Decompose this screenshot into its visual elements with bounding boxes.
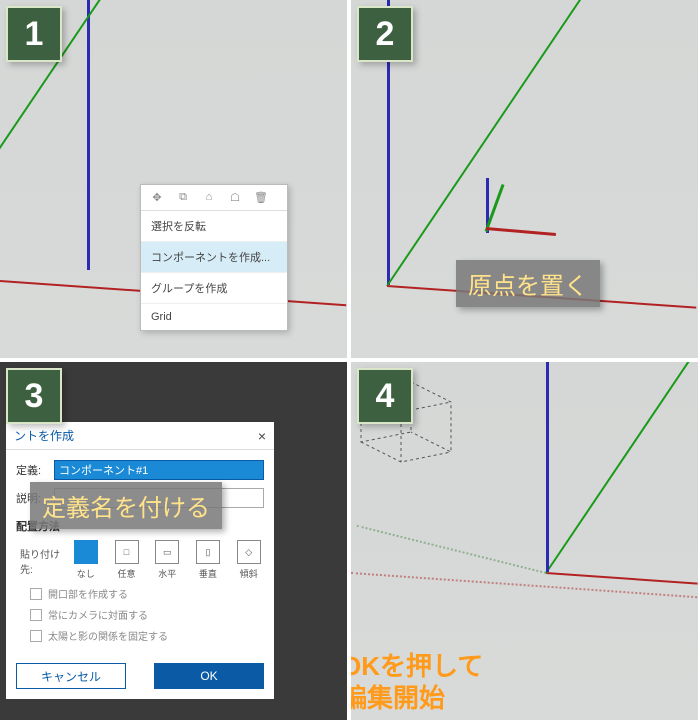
axis-blue	[87, 0, 90, 270]
checkbox-face-camera[interactable]: 常にカメラに対面する	[30, 607, 264, 622]
axis-green	[386, 0, 611, 287]
axis-green-dotted	[357, 525, 547, 574]
step-number-1: 1	[6, 6, 62, 62]
cancel-button[interactable]: キャンセル	[16, 663, 126, 689]
step-number-3: 3	[6, 368, 62, 424]
paste-icon[interactable]: ⌂	[201, 191, 217, 204]
move-icon[interactable]: ✥	[149, 191, 165, 204]
ok-button[interactable]: OK	[154, 663, 264, 689]
axis-red	[546, 572, 698, 585]
glue-option-none[interactable]: なし	[70, 540, 101, 580]
axis-blue	[546, 362, 549, 572]
dialog-titlebar: ントを作成 ×	[6, 422, 274, 450]
step-number-4: 4	[357, 368, 413, 424]
clipboard-icon[interactable]: ☖	[227, 191, 243, 204]
dialog-title-text: ントを作成	[14, 427, 74, 444]
context-menu-toolbar: ✥ ⧉ ⌂ ☖ 🗑	[141, 185, 287, 211]
trash-icon[interactable]: 🗑	[253, 191, 269, 204]
step-panel-2: 原点を置く 2	[351, 0, 698, 358]
glue-option-vertical[interactable]: ▯ 垂直	[193, 540, 224, 580]
copy-icon[interactable]: ⧉	[175, 191, 191, 204]
definition-input[interactable]	[54, 460, 264, 480]
axis-green	[545, 362, 698, 574]
menu-make-group[interactable]: グループを作成	[141, 273, 287, 304]
caption-press-ok-line2: 編集開始	[351, 672, 457, 720]
glue-option-horizontal[interactable]: ▭ 水平	[152, 540, 183, 580]
checkbox-fix-shadow[interactable]: 太陽と影の関係を固定する	[30, 628, 264, 643]
menu-make-component[interactable]: コンポーネントを作成...	[141, 242, 287, 273]
definition-label: 定義:	[16, 462, 48, 478]
menu-invert-selection[interactable]: 選択を反転	[141, 211, 287, 242]
step-panel-1: ✥ ⧉ ⌂ ☖ 🗑 選択を反転 コンポーネントを作成... グループを作成 Gr…	[0, 0, 347, 358]
caption-place-origin: 原点を置く	[456, 260, 600, 307]
glue-option-slope[interactable]: ◇ 傾斜	[233, 540, 264, 580]
glue-to-label: 貼り付け先:	[20, 540, 60, 576]
menu-grid[interactable]: Grid	[141, 304, 287, 330]
step-number-2: 2	[357, 6, 413, 62]
axis-red-dotted	[351, 572, 697, 598]
close-icon[interactable]: ×	[258, 428, 266, 444]
create-component-dialog: ントを作成 × 定義: 説明: 配置方法 貼り付け先: なし	[6, 422, 274, 699]
glue-option-any[interactable]: □ 任意	[111, 540, 142, 580]
context-menu: ✥ ⧉ ⌂ ☖ 🗑 選択を反転 コンポーネントを作成... グループを作成 Gr…	[140, 184, 288, 331]
origin-axis-red	[486, 227, 556, 236]
caption-name-definition: 定義名を付ける	[30, 482, 222, 529]
checkbox-cut-opening[interactable]: 開口部を作成する	[30, 586, 264, 601]
step-panel-3: ントを作成 × 定義: 説明: 配置方法 貼り付け先: なし	[0, 362, 347, 720]
step-panel-4: OKを押して 編集開始 4	[351, 362, 698, 720]
